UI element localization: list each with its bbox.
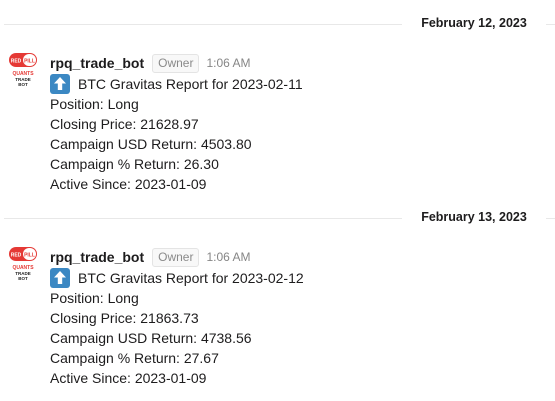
up-arrow-icon: [50, 268, 70, 288]
sender-name[interactable]: rpq_trade_bot: [50, 249, 144, 265]
avatar[interactable]: RED PILL QUANTS TRADE BOT: [8, 246, 38, 282]
avatar-pill-text: PILL: [24, 59, 35, 65]
active-since-line: Active Since: 2023-01-09: [50, 176, 207, 192]
message-list: February 12, 2023 RED PILL QUANTS TRADE …: [0, 0, 555, 401]
pct-return-line: Campaign % Return: 27.67: [50, 350, 219, 366]
divider-line: [4, 24, 402, 25]
avatar-bot-text: BOT: [18, 82, 28, 87]
owner-badge: Owner: [152, 53, 200, 73]
day-divider: February 12, 2023: [0, 14, 555, 34]
message-header: rpq_trade_bot Owner 1:06 AM: [50, 52, 303, 74]
avatar[interactable]: RED PILL QUANTS TRADE BOT: [8, 52, 38, 88]
timestamp[interactable]: 1:06 AM: [206, 250, 250, 264]
active-since-line: Active Since: 2023-01-09: [50, 370, 207, 386]
timestamp[interactable]: 1:06 AM: [206, 56, 250, 70]
message[interactable]: RED PILL QUANTS TRADE BOT rpq_trade_bot …: [0, 246, 555, 391]
usd-return-line: Campaign USD Return: 4503.80: [50, 136, 252, 152]
report-title: BTC Gravitas Report for 2023-02-11: [78, 76, 303, 92]
divider-line: [4, 218, 402, 219]
divider-line: [546, 218, 555, 219]
date-label[interactable]: February 13, 2023: [410, 210, 538, 224]
avatar-red-text: RED: [11, 59, 22, 65]
up-arrow-icon: [50, 74, 70, 94]
message-body: rpq_trade_bot Owner 1:06 AM BTC Gravitas…: [50, 246, 304, 388]
owner-badge: Owner: [152, 247, 200, 267]
pct-return-line: Campaign % Return: 26.30: [50, 156, 219, 172]
closing-price-line: Closing Price: 21628.97: [50, 116, 199, 132]
position-line: Position: Long: [50, 290, 139, 306]
report-line: BTC Gravitas Report for 2023-02-11: [50, 74, 303, 94]
avatar-bot-text: BOT: [18, 276, 28, 281]
date-label[interactable]: February 12, 2023: [410, 16, 538, 30]
report-title: BTC Gravitas Report for 2023-02-12: [78, 270, 304, 286]
closing-price-line: Closing Price: 21863.73: [50, 310, 199, 326]
message[interactable]: RED PILL QUANTS TRADE BOT rpq_trade_bot …: [0, 52, 555, 197]
avatar-pill-text: PILL: [24, 253, 35, 259]
message-header: rpq_trade_bot Owner 1:06 AM: [50, 246, 304, 268]
divider-line: [546, 24, 555, 25]
position-line: Position: Long: [50, 96, 139, 112]
report-line: BTC Gravitas Report for 2023-02-12: [50, 268, 304, 288]
avatar-red-text: RED: [11, 253, 22, 259]
sender-name[interactable]: rpq_trade_bot: [50, 55, 144, 71]
usd-return-line: Campaign USD Return: 4738.56: [50, 330, 252, 346]
message-body: rpq_trade_bot Owner 1:06 AM BTC Gravitas…: [50, 52, 303, 194]
day-divider: February 13, 2023: [0, 208, 555, 228]
